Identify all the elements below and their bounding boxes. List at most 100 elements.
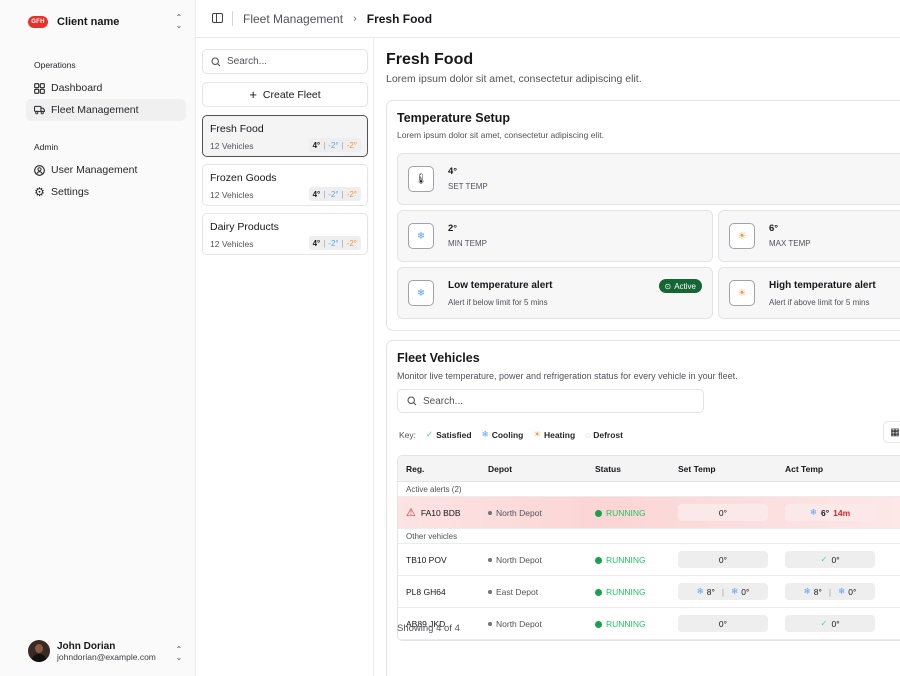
check-icon: ✓: [426, 429, 434, 439]
client-name: Client name: [57, 16, 120, 28]
fleet-search-input[interactable]: Search...: [202, 49, 368, 74]
fleet-card-fresh-food[interactable]: Fresh Food 12 Vehicles 4° | -2° | -2°: [202, 115, 368, 157]
set-temp: 4°: [312, 140, 321, 150]
high-alert-desc: Alert if above limit for 5 mins: [769, 298, 870, 307]
min-temp: -2°: [328, 189, 339, 199]
running-icon: [595, 588, 602, 596]
act-temp-b: 0°: [848, 586, 857, 597]
set-temp: 4°: [312, 238, 321, 248]
breadcrumb: Fleet Management › Fresh Food: [243, 12, 432, 26]
vehicles-table: Reg. Depot Status Set Temp Act Temp Acti…: [397, 455, 900, 641]
fleet-temps: 4° | -2° | -2°: [308, 236, 361, 250]
temperature-setup-card: Temperature Setup Lorem ipsum dolor sit …: [386, 100, 900, 331]
create-fleet-button[interactable]: + Create Fleet: [202, 82, 368, 107]
table-header: Reg. Depot Status Set Temp Act Temp: [398, 456, 900, 482]
cell-depot: North Depot: [488, 508, 542, 518]
fleet-card-dairy-products[interactable]: Dairy Products 12 Vehicles 4° | -2° | -2°: [202, 213, 368, 255]
heating-icon: ☀︎: [729, 223, 755, 249]
create-fleet-label: Create Fleet: [262, 88, 321, 101]
fleet-vehicle-count: 12 Vehicles: [210, 190, 254, 200]
sidebar-item-dashboard[interactable]: Dashboard: [26, 77, 186, 99]
vehicle-search-input[interactable]: Search...: [397, 389, 704, 413]
user-menu[interactable]: John Dorian johndorian@example.com: [28, 640, 156, 662]
col-depot[interactable]: Depot: [488, 464, 512, 474]
columns-button[interactable]: ▦: [883, 421, 900, 443]
high-temp-alert-tile[interactable]: ☀︎ High temperature alert Alert if above…: [718, 267, 900, 319]
cell-act-temp: ❄︎ 6° 14m: [785, 504, 875, 521]
search-placeholder: Search...: [423, 395, 464, 407]
user-name: John Dorian: [57, 640, 116, 652]
status-badge: ⊙ Active: [658, 279, 702, 293]
table-row[interactable]: ⚠ FA10 BDB North Depot RUNNING 0° ❄︎ 6° 14m: [398, 497, 900, 529]
cell-act-temp: ❄︎ 8° | ❄︎ 0°: [785, 583, 875, 600]
sidebar-item-label: Fleet Management: [51, 104, 139, 116]
sidebar-item-label: Dashboard: [51, 82, 103, 94]
act-temp-text: 6°: [820, 507, 830, 518]
sidebar-item-fleet-management[interactable]: Fleet Management: [26, 99, 186, 121]
depot-text: North Depot: [496, 507, 542, 518]
low-alert-title: Low temperature alert: [448, 280, 553, 291]
search-icon: [211, 56, 221, 66]
sidebar: GFH Client name ⌃ ⌄ Operations Dashboard …: [0, 0, 196, 676]
table-row[interactable]: TB10 POV North Depot RUNNING 0° ✓ 0°: [398, 544, 900, 576]
low-alert-desc: Alert if below limit for 5 mins: [448, 298, 548, 307]
group-other-vehicles: Other vehicles: [398, 529, 900, 544]
card-title: Temperature Setup: [397, 111, 510, 125]
gear-icon: ⚙: [34, 185, 45, 199]
key-satisfied: ✓ Satisfied: [426, 429, 472, 440]
min-temp: -2°: [328, 238, 339, 248]
max-temp-value: 6°: [769, 223, 779, 234]
col-act-temp[interactable]: Act Temp: [785, 464, 823, 474]
sidebar-item-label: Settings: [51, 186, 89, 198]
client-switcher[interactable]: GFH Client name: [28, 12, 119, 32]
max-temp-tile[interactable]: ☀︎ 6° MAX TEMP: [718, 210, 900, 262]
set-temp-b: 0°: [741, 586, 750, 597]
plus-icon: +: [249, 87, 257, 102]
sidebar-toggle-icon[interactable]: [212, 13, 223, 23]
heating-icon: ☀︎: [533, 429, 541, 439]
cooling-icon: ❄︎: [809, 507, 817, 517]
status-key: Key: ✓ Satisfied ❄︎ Cooling ☀︎ Heating ◌ Def…: [399, 429, 623, 440]
cell-reg: TB10 POV: [406, 554, 447, 565]
table-row[interactable]: PL8 GH64 East Depot RUNNING ❄︎ 8° | ❄︎ 0° ❄︎…: [398, 576, 900, 608]
min-temp-tile[interactable]: ❄︎ 2° MIN TEMP: [397, 210, 713, 262]
min-temp: -2°: [328, 140, 339, 150]
fleet-list-panel: Search... + Create Fleet Fresh Food 12 V…: [196, 38, 374, 676]
set-temp-label: SET TEMP: [448, 182, 488, 191]
pagination-info: Showing 4 of 4: [397, 623, 460, 634]
set-temp-a: 8°: [706, 586, 715, 597]
status-text: RUNNING: [606, 586, 646, 597]
key-heating-label: Heating: [543, 429, 576, 440]
cell-depot: North Depot: [488, 555, 542, 565]
admin-label: Admin: [34, 142, 59, 152]
sidebar-item-label: User Management: [51, 164, 138, 176]
grid-icon: [34, 82, 45, 94]
key-label: Key:: [399, 429, 417, 440]
topbar: Fleet Management › Fresh Food: [196, 0, 900, 38]
chevron-updown-icon[interactable]: ⌃ ⌄: [174, 14, 184, 30]
chevron-updown-icon[interactable]: ⌃ ⌄: [174, 646, 184, 662]
app: GFH Client name ⌃ ⌄ Operations Dashboard …: [0, 0, 900, 676]
fleet-card-frozen-goods[interactable]: Frozen Goods 12 Vehicles 4° | -2° | -2°: [202, 164, 368, 206]
card-subtitle: Lorem ipsum dolor sit amet, consectetur …: [397, 130, 604, 140]
set-temp-tile[interactable]: 🌡︎ 4° SET TEMP: [397, 153, 900, 205]
cooling-icon: ❄︎: [408, 223, 434, 249]
col-reg[interactable]: Reg.: [406, 464, 424, 474]
client-logo: GFH: [28, 16, 48, 28]
sidebar-item-user-management[interactable]: User Management: [26, 159, 186, 181]
running-icon: [595, 620, 602, 628]
running-icon: [595, 556, 602, 564]
sidebar-item-settings[interactable]: ⚙ Settings: [26, 181, 186, 203]
warning-icon: ⚠: [406, 507, 416, 519]
cell-status: RUNNING: [595, 619, 646, 629]
breadcrumb-parent[interactable]: Fleet Management: [243, 12, 343, 26]
status-text: RUNNING: [606, 507, 646, 518]
running-icon: [595, 509, 602, 517]
col-status[interactable]: Status: [595, 464, 621, 474]
table-row[interactable]: AB89 JKD North Depot RUNNING 0° ✓ 0°: [398, 608, 900, 640]
check-icon: ✓: [820, 618, 828, 628]
status-text: RUNNING: [606, 554, 646, 565]
low-temp-alert-tile[interactable]: ❄︎ Low temperature alert Alert if below …: [397, 267, 713, 319]
col-set-temp[interactable]: Set Temp: [678, 464, 716, 474]
cell-set-temp: 0°: [678, 551, 768, 568]
